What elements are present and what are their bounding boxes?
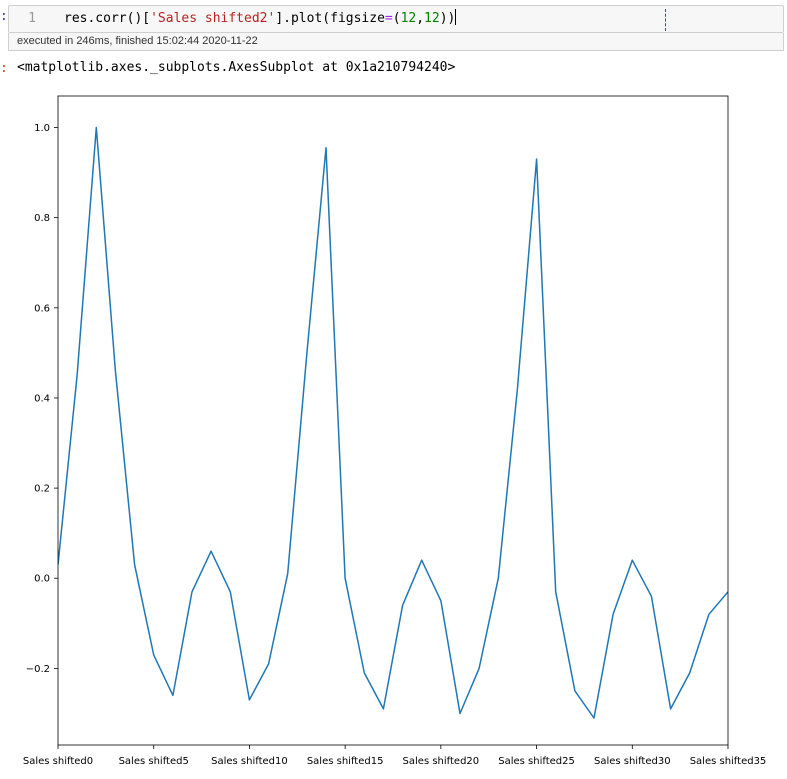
- x-tick-label: Sales shifted35: [690, 756, 767, 767]
- y-tick-label: 0.4: [34, 393, 50, 404]
- line-chart: −0.2 0.0 0.2 0.4 0.6 0.8 1.0 Sales shifted0 Sale…: [23, 95, 767, 767]
- x-tick-label: Sales shifted0: [23, 756, 93, 767]
- plot-frame: [57, 95, 729, 746]
- y-tick-label: 0.6: [34, 303, 50, 314]
- y-tick-label: −0.2: [26, 664, 50, 675]
- x-tick-label: Sales shifted5: [119, 756, 189, 767]
- y-tick-label: 1.0: [34, 123, 50, 134]
- series-line-0: [58, 126, 728, 719]
- x-tick-label: Sales shifted10: [211, 756, 288, 767]
- y-tick-label: 0.8: [34, 213, 50, 224]
- y-tick-label: 0.2: [34, 484, 50, 495]
- x-tick-label: Sales shifted25: [498, 756, 575, 767]
- x-tick-label: Sales shifted15: [307, 756, 384, 767]
- x-tick-label: Sales shifted30: [594, 756, 671, 767]
- y-tick-label: 0.0: [34, 574, 50, 585]
- x-tick-label: Sales shifted20: [403, 756, 480, 767]
